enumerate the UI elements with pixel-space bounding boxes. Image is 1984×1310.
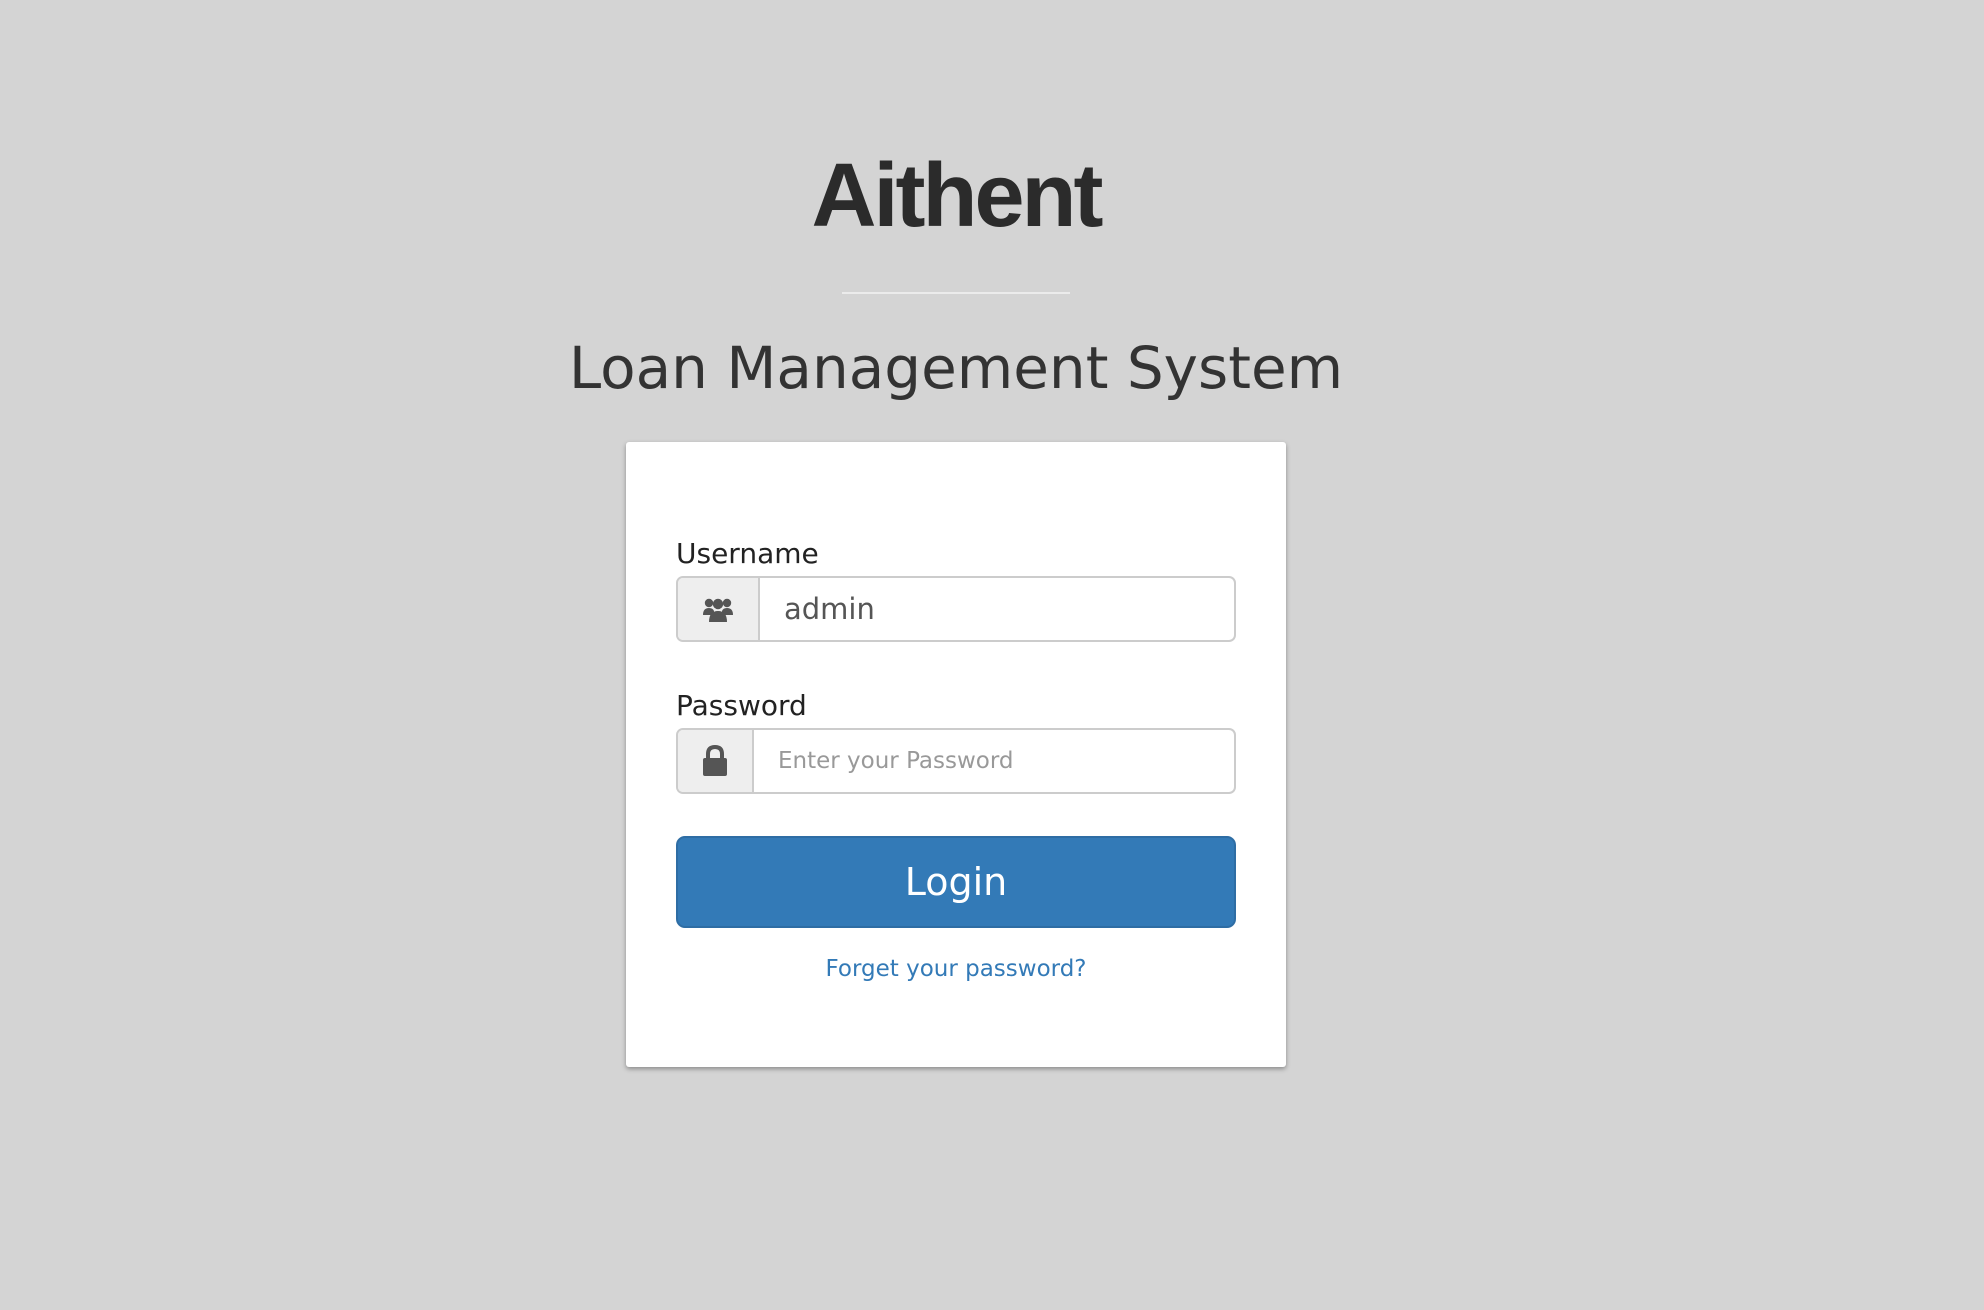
username-input-group bbox=[676, 576, 1236, 642]
login-card: Username Password bbox=[626, 442, 1286, 1067]
page-title: Loan Management System bbox=[568, 334, 1344, 402]
login-button[interactable]: Login bbox=[676, 836, 1236, 928]
password-input-group bbox=[676, 728, 1236, 794]
forgot-password-link[interactable]: Forget your password? bbox=[626, 954, 1286, 984]
brand-logo: Aithent bbox=[811, 146, 1104, 246]
password-input[interactable] bbox=[754, 730, 1234, 792]
users-icon bbox=[678, 578, 760, 640]
username-label: Username bbox=[676, 537, 819, 570]
login-page: Aithent Loan Management System Username … bbox=[0, 0, 1984, 1310]
username-input[interactable] bbox=[760, 578, 1234, 640]
password-label: Password bbox=[676, 689, 807, 722]
header-divider bbox=[842, 292, 1070, 294]
lock-icon bbox=[678, 730, 754, 792]
